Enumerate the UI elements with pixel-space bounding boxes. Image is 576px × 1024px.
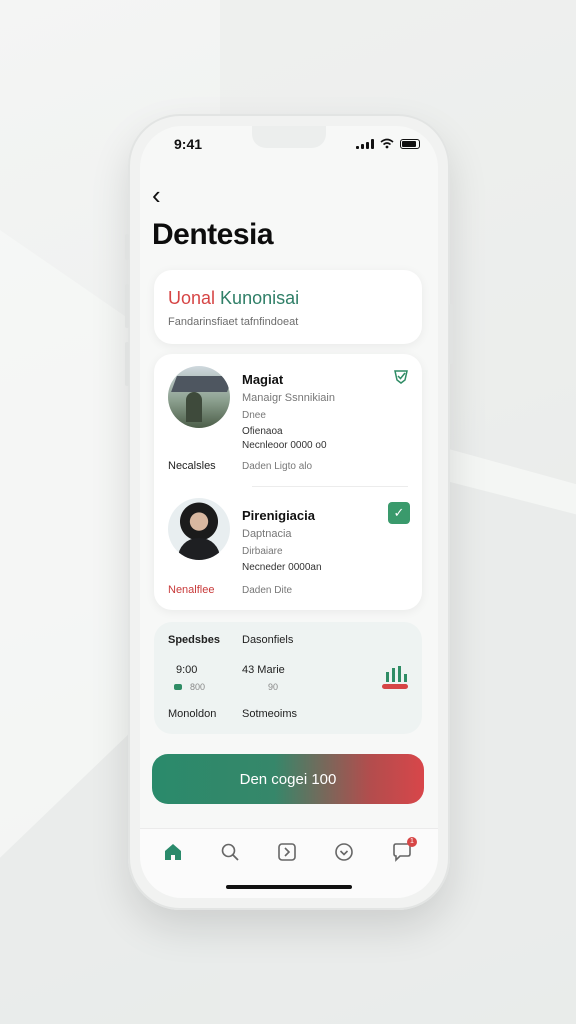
avatar[interactable] bbox=[168, 498, 230, 560]
notification-badge: 1 bbox=[407, 837, 417, 847]
bottom-tab-bar: 1 bbox=[140, 828, 438, 898]
intro-card-subtitle: Fandarinsfiaet tafnfindoeat bbox=[168, 316, 299, 328]
person-footer-meta: Daden Dite bbox=[242, 585, 293, 596]
status-dot bbox=[174, 684, 182, 690]
person-role: Manaigr Ssnnikiain bbox=[242, 392, 335, 404]
person-footer-meta: Daden Ligto alo bbox=[242, 461, 313, 472]
people-card: Magiat Manaigr Ssnnikiain Dnee Ofienaoa … bbox=[154, 354, 422, 610]
page-title: Dentesia bbox=[152, 218, 274, 251]
battery-icon bbox=[400, 138, 420, 149]
bar-chart-icon[interactable] bbox=[380, 662, 410, 690]
shield-check-icon[interactable] bbox=[392, 368, 410, 386]
intro-title-red: Uonal bbox=[168, 288, 216, 308]
silent-switch bbox=[125, 234, 129, 260]
home-indicator bbox=[226, 885, 352, 889]
primary-cta-button[interactable]: Den cogei 100 bbox=[152, 754, 424, 804]
intro-card-title: Uonal Kunonisai bbox=[168, 288, 299, 309]
stats-value-right: 43 Marie bbox=[242, 664, 285, 676]
tasks-icon[interactable] bbox=[276, 841, 298, 863]
stats-footer-right: Sotmeoims bbox=[242, 708, 298, 720]
person-detail: Ofienaoa bbox=[242, 426, 283, 437]
back-chevron-icon[interactable]: ‹ bbox=[152, 182, 161, 208]
power-button bbox=[449, 304, 453, 364]
person-detail: Necnleoor 0000 o0 bbox=[242, 440, 327, 451]
status-icons bbox=[356, 138, 420, 149]
favorites-icon[interactable] bbox=[333, 841, 355, 863]
divider bbox=[252, 486, 408, 487]
home-icon[interactable] bbox=[162, 841, 184, 863]
avatar[interactable] bbox=[168, 366, 230, 428]
stats-value-left: 9:00 bbox=[176, 664, 198, 676]
volume-down-button bbox=[125, 342, 129, 386]
wifi-icon bbox=[380, 138, 394, 149]
phone-frame: 9:41 ‹ Dentesia Uonal Kunonisai Fandarin… bbox=[125, 114, 453, 910]
person-name[interactable]: Magiat bbox=[242, 372, 283, 387]
stats-heading-right: Dasonfiels bbox=[242, 634, 294, 646]
person-detail: Necneder 0000an bbox=[242, 562, 322, 573]
status-time: 9:41 bbox=[174, 136, 203, 152]
stats-sub-right: 90 bbox=[268, 682, 279, 692]
stats-footer-left: Monoldon bbox=[168, 708, 217, 720]
cellular-signal-icon bbox=[356, 138, 374, 149]
checkbox-checked[interactable]: ✓ bbox=[388, 502, 410, 524]
stats-heading-left: Spedsbes bbox=[168, 634, 220, 646]
person-footer-label: Necalsles bbox=[168, 460, 216, 472]
person-footer-label: Nenalflee bbox=[168, 584, 215, 596]
messages-tab[interactable]: 1 bbox=[391, 837, 417, 863]
person-role: Daptnacia bbox=[242, 528, 292, 540]
stats-sub-left: 800 bbox=[190, 682, 206, 692]
notch bbox=[252, 126, 326, 148]
person-detail: Dirbaiare bbox=[242, 546, 283, 557]
intro-card[interactable]: Uonal Kunonisai Fandarinsfiaet tafnfindo… bbox=[154, 270, 422, 344]
person-detail: Dnee bbox=[242, 410, 266, 421]
search-icon[interactable] bbox=[219, 841, 241, 863]
app-screen: 9:41 ‹ Dentesia Uonal Kunonisai Fandarin… bbox=[140, 126, 438, 898]
stats-card: Spedsbes Dasonfiels 9:00 43 Marie 800 90… bbox=[154, 622, 422, 734]
intro-title-green: Kunonisai bbox=[220, 288, 300, 308]
person-name[interactable]: Pirenigiacia bbox=[242, 508, 315, 523]
volume-up-button bbox=[125, 284, 129, 328]
